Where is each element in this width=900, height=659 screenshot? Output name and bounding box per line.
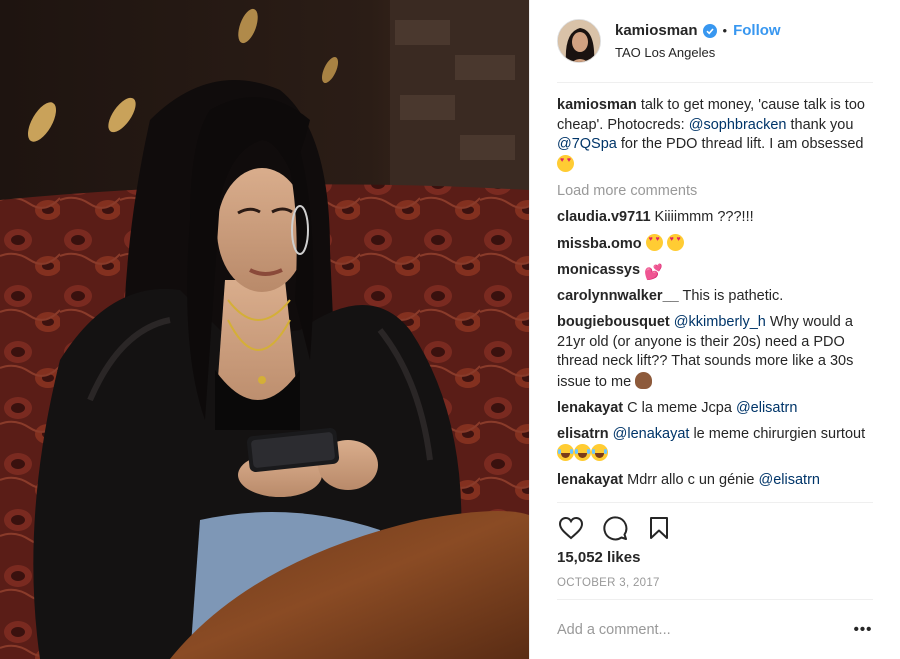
tears-of-joy-emoji-icon	[557, 444, 574, 461]
save-button[interactable]	[649, 516, 669, 540]
comment-button[interactable]	[602, 515, 628, 541]
comment-text: This is pathetic.	[678, 288, 784, 304]
caption: kamiosman talk to get money, 'cause talk…	[557, 96, 878, 175]
header-row: kamiosman • Follow	[615, 22, 781, 39]
comment-username[interactable]: elisatrn	[557, 426, 609, 442]
separator-dot: •	[722, 23, 728, 38]
comment-username[interactable]: monicassys	[557, 262, 640, 278]
instagram-post: kamiosman • Follow TAO Los Angeles kamio…	[0, 0, 900, 659]
divider	[557, 502, 873, 503]
load-more-comments-button[interactable]: Load more comments	[557, 182, 878, 202]
comment-item: elisatrn @lenakayat le meme chirurgien s…	[557, 425, 878, 465]
avatar-image	[558, 20, 600, 62]
follow-button[interactable]: Follow	[733, 22, 781, 39]
comment-username[interactable]: kamiosman	[557, 97, 637, 113]
mention-link[interactable]: @kkimberly_h	[674, 314, 766, 330]
comment-item: bougiebousquet @kkimberly_h Why would a …	[557, 313, 878, 392]
like-button[interactable]	[558, 516, 584, 540]
post-header: kamiosman • Follow TAO Los Angeles	[530, 0, 900, 82]
mention-link[interactable]: @elisatrn	[759, 472, 820, 488]
comment-text	[642, 236, 646, 252]
caption-text: for the PDO thread lift. I am obsessed	[616, 136, 864, 152]
heart-eyes-emoji-icon	[645, 233, 663, 251]
comment-text: le meme chirurgien surtout	[689, 425, 866, 442]
comment-item: claudia.v9711 Kiiiimmm ???!!!	[557, 208, 878, 228]
divider	[557, 82, 873, 83]
comment-username[interactable]: lenakayat	[557, 400, 623, 416]
heart-eyes-emoji-icon	[557, 154, 574, 172]
tears-of-joy-emoji-icon	[574, 444, 591, 461]
username-link[interactable]: kamiosman	[615, 22, 698, 39]
two-hearts-emoji-icon: 💕	[644, 263, 663, 281]
mention-link[interactable]: @elisatrn	[736, 400, 797, 416]
comment-username[interactable]: missba.omo	[557, 236, 642, 252]
comments-list[interactable]: kamiosman talk to get money, 'cause talk…	[557, 96, 878, 502]
comment-text: Kiiiimmm ???!!!	[650, 208, 754, 225]
post-date: OCTOBER 3, 2017	[557, 577, 660, 589]
tears-of-joy-emoji-icon	[591, 444, 608, 461]
checkmark-icon	[705, 27, 714, 34]
comment-item: monicassys 💕	[557, 261, 878, 281]
post-photo[interactable]	[0, 0, 529, 659]
speech-bubble-icon[interactable]	[601, 514, 629, 542]
likes-count[interactable]: 15,052 likes	[557, 549, 640, 566]
action-bar	[557, 512, 873, 544]
comment-item: missba.omo	[557, 233, 878, 255]
add-comment-bar: •••	[557, 600, 873, 659]
comment-username[interactable]: lenakayat	[557, 472, 623, 488]
comment-username[interactable]: carolynnwalker__	[557, 288, 679, 304]
heart-eyes-emoji-icon	[666, 233, 684, 251]
caption-text: thank you	[786, 116, 854, 133]
bookmark-icon[interactable]	[645, 514, 673, 542]
ellipsis-icon[interactable]: •••	[853, 621, 873, 638]
mention-link[interactable]: @sophbracken	[689, 117, 787, 133]
heart-outline-icon[interactable]	[557, 514, 585, 542]
person-tipping-hand-emoji-icon	[635, 371, 653, 389]
avatar[interactable]	[557, 19, 601, 63]
post-sidebar: kamiosman • Follow TAO Los Angeles kamio…	[529, 0, 900, 659]
comment-item: carolynnwalker__ This is pathetic.	[557, 287, 878, 307]
comment-text: Mdrr allo c un génie	[623, 472, 759, 488]
comment-username[interactable]: claudia.v9711	[557, 209, 651, 225]
comment-item: lenakayat Mdrr allo c un génie @elisatrn	[557, 471, 878, 491]
add-comment-input[interactable]	[557, 621, 853, 638]
comment-item: lenakayat C la meme Jcpa @elisatrn	[557, 399, 878, 419]
mention-link[interactable]: @7QSpa	[557, 136, 617, 152]
mention-link[interactable]: @lenakayat	[613, 426, 690, 442]
comment-text: C la meme Jcpa	[623, 399, 736, 416]
comment-username[interactable]: bougiebousquet	[557, 314, 670, 330]
verified-badge-icon	[702, 23, 717, 38]
photo-woman-on-phone	[0, 0, 529, 659]
header-text: kamiosman • Follow TAO Los Angeles	[615, 22, 781, 60]
location-link[interactable]: TAO Los Angeles	[615, 45, 781, 60]
